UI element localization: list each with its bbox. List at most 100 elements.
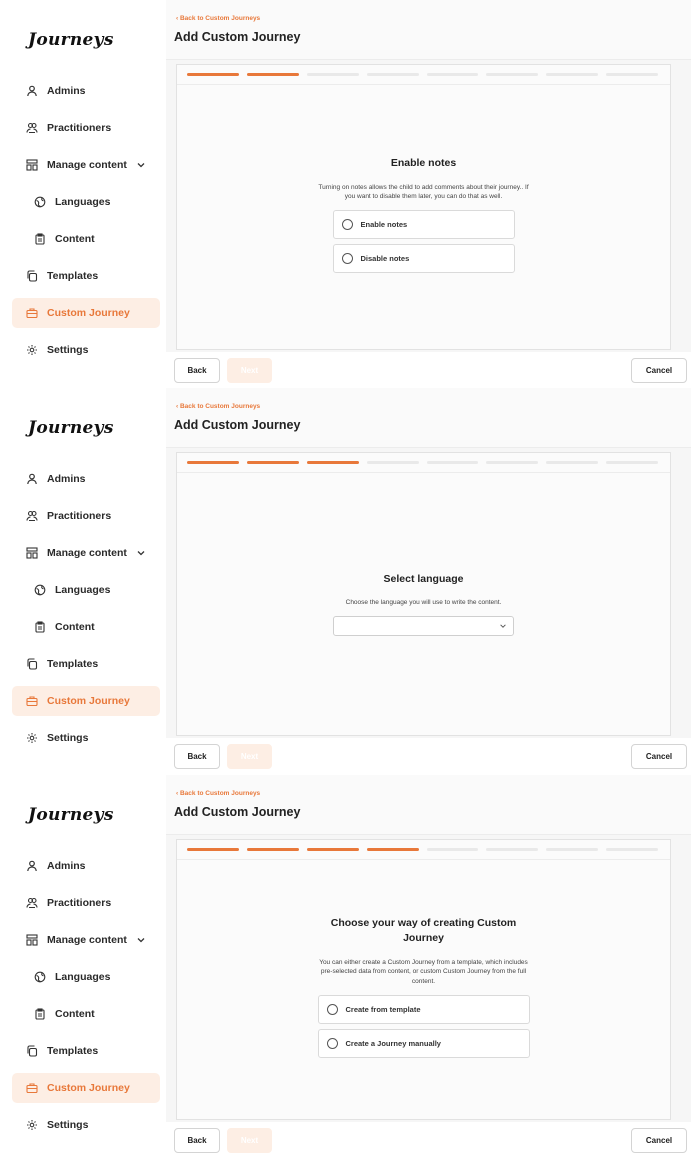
app-logo[interactable]: Journeys [28,805,114,825]
briefcase-icon [26,1082,38,1094]
wizard-card: Select language Choose the language you … [176,452,671,736]
sidebar-nav: Admins Practitioners Manage content Lang… [12,851,160,1147]
sidebar: Journeys Admins Practitioners Manage con… [0,775,166,1156]
app-logo[interactable]: Journeys [28,30,114,50]
option-label: Disable notes [360,254,410,264]
page-header: ‹ Back to Custom Journeys Add Custom Jou… [166,0,691,60]
sidebar-item-practitioners[interactable]: Practitioners [12,888,160,918]
layout-icon [26,159,38,171]
progress-step [546,848,599,851]
wizard-footer: Back Next Cancel [166,738,691,772]
progress-step [606,461,658,464]
sidebar-item-label: Settings [47,732,89,744]
option-label: Create a Journey manually [345,1038,441,1048]
chevron-down-icon[interactable] [136,160,146,170]
main-area: ‹ Back to Custom Journeys Add Custom Jou… [166,775,691,1156]
language-select[interactable] [333,616,514,637]
chevron-down-icon[interactable] [136,935,146,945]
back-button[interactable]: Back [174,744,220,769]
radio-button[interactable] [326,1003,338,1015]
back-link-label: Back to Custom Journeys [179,15,261,22]
screen-select-language: Journeys Admins Practitioners Manage con… [0,388,691,772]
next-button[interactable]: Next [227,1128,272,1153]
chevron-down-icon[interactable] [136,548,146,558]
user-icon [26,85,38,97]
sidebar-item-label: Content [55,233,95,245]
sidebar-item-label: Content [55,621,95,633]
sidebar-item-practitioners[interactable]: Practitioners [12,113,160,143]
create-manually-option[interactable]: Create a Journey manually [317,1028,530,1058]
sidebar-item-templates[interactable]: Templates [12,649,160,679]
next-button[interactable]: Next [227,358,272,383]
sidebar-nav: Admins Practitioners Manage content Lang… [12,76,160,372]
sidebar-item-admins[interactable]: Admins [12,851,160,881]
sidebar-item-label: Templates [47,658,99,670]
sidebar-item-manage-content[interactable]: Manage content [12,925,160,955]
sidebar-item-manage-content[interactable]: Manage content [12,150,160,180]
sidebar-item-languages[interactable]: Languages [12,187,160,217]
progress-step [486,461,539,464]
step-progress [177,840,670,860]
cancel-button[interactable]: Cancel [631,358,687,383]
sidebar-item-custom-journey[interactable]: Custom Journey [12,1073,160,1103]
globe-icon [34,196,46,208]
sidebar-item-custom-journey[interactable]: Custom Journey [12,686,160,716]
user-icon [26,860,38,872]
globe-icon [34,971,46,983]
back-to-custom-journeys-link[interactable]: ‹ Back to Custom Journeys [176,15,260,22]
sidebar-item-label: Practitioners [47,510,112,522]
progress-step [546,461,599,464]
sidebar-item-settings[interactable]: Settings [12,723,160,753]
sidebar-item-manage-content[interactable]: Manage content [12,538,160,568]
sidebar-item-admins[interactable]: Admins [12,464,160,494]
cancel-button[interactable]: Cancel [631,744,687,769]
cancel-button[interactable]: Cancel [631,1128,687,1153]
back-to-custom-journeys-link[interactable]: ‹ Back to Custom Journeys [176,403,260,410]
progress-step [606,848,658,851]
radio-button[interactable] [341,219,353,231]
back-button[interactable]: Back [174,358,220,383]
sidebar-item-label: Languages [55,584,111,596]
sidebar-item-admins[interactable]: Admins [12,76,160,106]
disable-notes-option[interactable]: Disable notes [332,244,515,274]
step-progress [177,453,670,473]
radio-button[interactable] [341,253,353,265]
sidebar: Journeys Admins Practitioners Manage con… [0,388,166,772]
back-button[interactable]: Back [174,1128,220,1153]
sidebar-item-label: Manage content [47,159,127,171]
radio-button[interactable] [326,1037,338,1049]
sidebar-item-templates[interactable]: Templates [12,1036,160,1066]
step-title: Choose your way of creating Custom Journ… [330,917,517,944]
sidebar-item-content[interactable]: Content [12,224,160,254]
step-description: Turning on notes allows the child to add… [318,183,529,201]
create-from-template-option[interactable]: Create from template [317,994,530,1024]
main-area: ‹ Back to Custom Journeys Add Custom Jou… [166,0,691,386]
next-button[interactable]: Next [227,744,272,769]
sidebar-item-practitioners[interactable]: Practitioners [12,501,160,531]
sidebar-item-label: Custom Journey [47,1082,130,1094]
sidebar-item-content[interactable]: Content [12,999,160,1029]
sidebar-item-templates[interactable]: Templates [12,261,160,291]
sidebar-item-label: Languages [55,196,111,208]
page-title: Add Custom Journey [174,418,301,432]
enable-notes-option[interactable]: Enable notes [332,210,515,240]
back-to-custom-journeys-link[interactable]: ‹ Back to Custom Journeys [176,790,260,797]
layout-icon [26,547,38,559]
sidebar-item-settings[interactable]: Settings [12,335,160,365]
app-logo[interactable]: Journeys [28,418,114,438]
progress-step [187,848,239,851]
sidebar: Journeys Admins Practitioners Manage con… [0,0,166,386]
chevron-down-icon [499,622,507,630]
sidebar-item-settings[interactable]: Settings [12,1110,160,1140]
sidebar-item-languages[interactable]: Languages [12,575,160,605]
sidebar-item-custom-journey[interactable]: Custom Journey [12,298,160,328]
sidebar-item-label: Admins [47,860,86,872]
sidebar-item-content[interactable]: Content [12,612,160,642]
wizard-footer: Back Next Cancel [166,352,691,386]
wizard-card: Enable notes Turning on notes allows the… [176,64,671,350]
page-title: Add Custom Journey [174,30,301,44]
sidebar-item-languages[interactable]: Languages [12,962,160,992]
sidebar-item-label: Settings [47,1119,89,1131]
sidebar-item-label: Templates [47,270,99,282]
copy-icon [26,658,38,670]
